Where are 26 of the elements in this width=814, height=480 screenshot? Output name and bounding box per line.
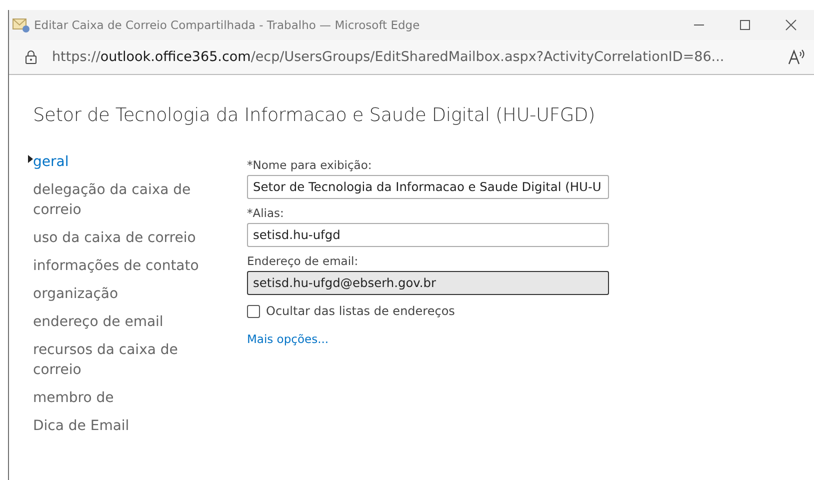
field-label: Endereço de email: — [247, 254, 360, 268]
nav-item[interactable]: endereço de email — [33, 308, 223, 336]
caret-icon — [28, 155, 33, 163]
nav-item[interactable]: recursos da caixa de correio — [33, 336, 223, 384]
field-label: *Nome para exibição: — [247, 158, 373, 172]
read-aloud-icon[interactable] — [788, 49, 806, 65]
close-icon[interactable] — [785, 19, 797, 31]
more-options-link[interactable]: Mais opções... — [247, 332, 329, 346]
nav-item[interactable]: organização — [33, 280, 223, 308]
field-label: *Alias: — [247, 206, 285, 220]
nav-item[interactable]: delegação da caixa de correio — [33, 176, 223, 224]
input-field[interactable]: setisd.hu-ufgd — [247, 223, 609, 247]
nav-item[interactable]: uso da caixa de correio — [33, 224, 223, 252]
checkbox-label: Ocultar das listas de endereços — [266, 304, 455, 318]
input-field[interactable]: Setor de Tecnologia da Informacao e Saude Digital (HU-U — [247, 175, 609, 199]
checkbox[interactable] — [247, 304, 260, 318]
url-text[interactable]: https://outlook.office365.com/ecp/UsersGroups/EditSharedMailbox.aspx?ActivityCorrelationID=86... — [52, 49, 788, 65]
nav-item[interactable]: geral — [33, 148, 223, 176]
maximize-icon[interactable] — [739, 19, 751, 31]
nav-item[interactable]: Dica de Email — [33, 412, 223, 440]
nav-item[interactable]: membro de — [33, 384, 223, 412]
page-title: Setor de Tecnologia da Informacao e Saude Digital (HU-UFGD) — [33, 105, 596, 126]
lock-icon — [25, 50, 37, 64]
window-title: Editar Caixa de Correio Compartilhada - Trabalho — Microsoft Edge — [34, 18, 421, 32]
envelope-icon — [12, 17, 30, 33]
nav-item[interactable]: informações de contato — [33, 252, 223, 280]
